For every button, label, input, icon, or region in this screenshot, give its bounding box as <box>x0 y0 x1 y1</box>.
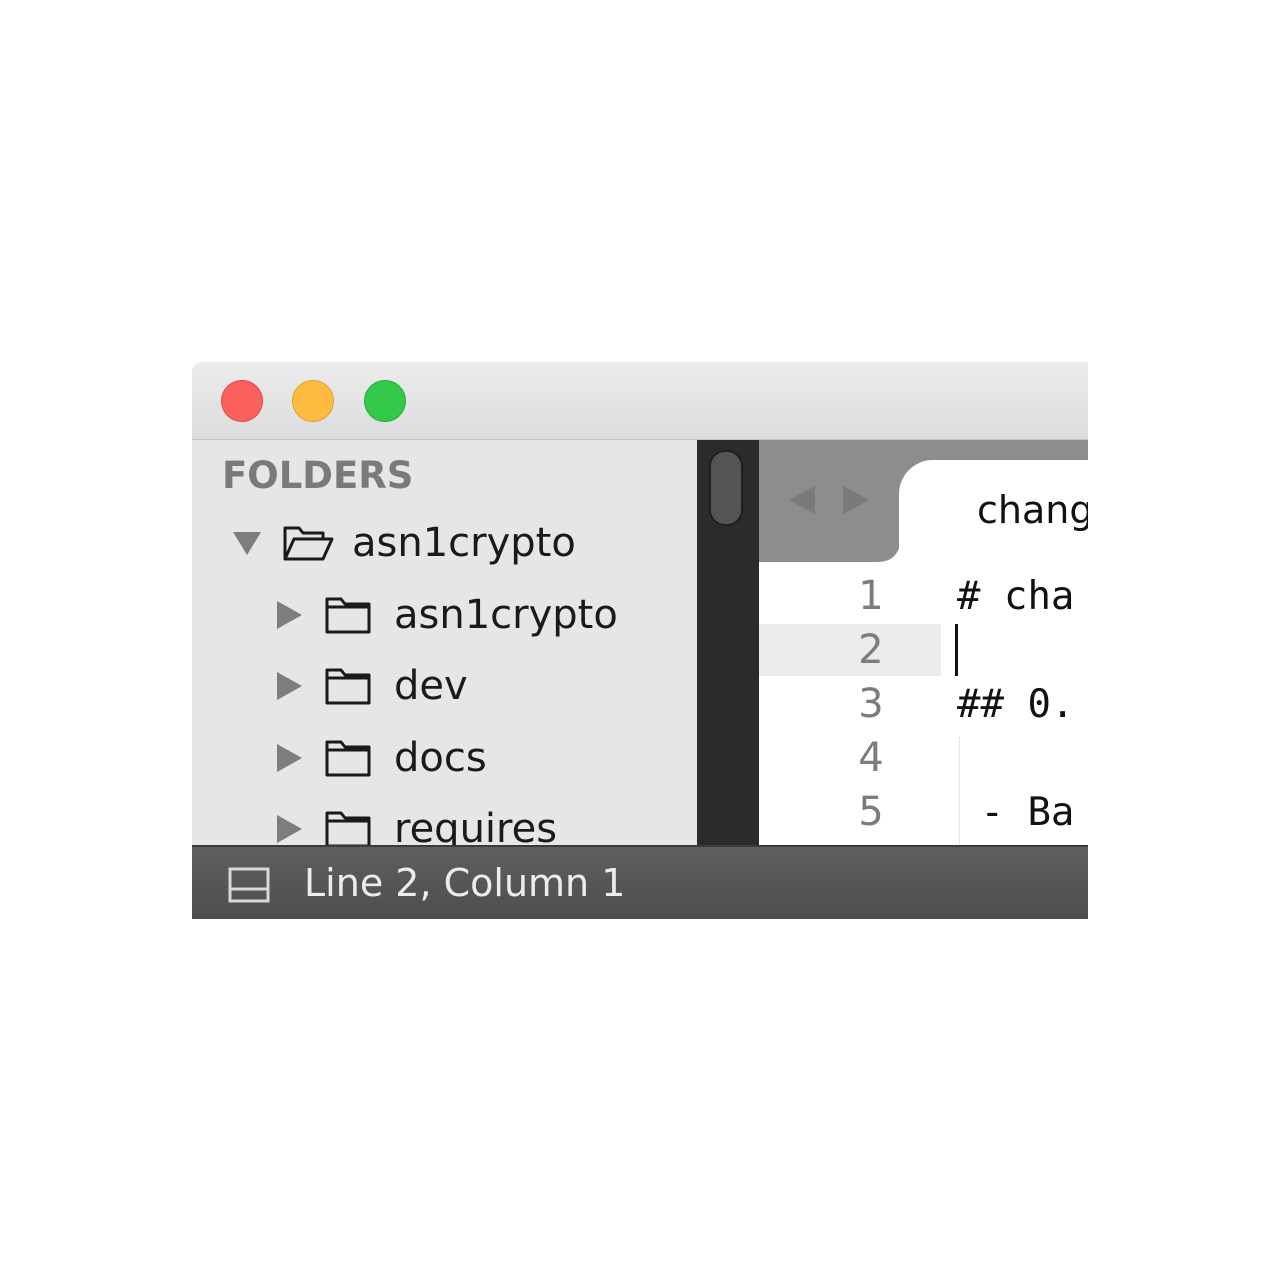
indent-guide <box>959 737 960 845</box>
code-line: # cha <box>957 574 1075 619</box>
folder-icon <box>324 664 376 708</box>
code-line: - Ba <box>957 790 1075 835</box>
status-bar: Line 2, Column 1 <box>192 845 1088 919</box>
tree-item-requires[interactable]: requires <box>272 800 557 845</box>
cursor-position: Line 2, Column 1 <box>304 861 626 905</box>
line-number: 3 <box>858 681 884 727</box>
panel-toggle-icon[interactable] <box>228 867 270 903</box>
minimize-window-button[interactable] <box>292 380 334 422</box>
triangle-right-icon[interactable] <box>272 669 306 703</box>
tree-item-label: requires <box>394 806 558 845</box>
folder-icon <box>324 593 376 637</box>
folders-heading: FOLDERS <box>222 454 414 497</box>
tab-strip: chang <box>759 440 1088 562</box>
title-bar <box>192 362 1088 440</box>
triangle-right-icon[interactable] <box>272 741 306 775</box>
scrollbar-thumb[interactable] <box>709 450 743 526</box>
code-line: ## 0. <box>957 682 1075 727</box>
folder-icon <box>324 736 376 780</box>
tree-item-label: docs <box>394 735 487 781</box>
line-number: 2 <box>858 627 884 673</box>
tree-item-label: asn1crypto <box>352 520 576 566</box>
close-window-button[interactable] <box>221 380 263 422</box>
tree-item-label: dev <box>394 663 468 709</box>
tab-label[interactable]: chang <box>977 488 1088 532</box>
tab-nav-arrows <box>787 484 871 520</box>
chevron-left-icon[interactable] <box>787 484 817 520</box>
line-number: 1 <box>858 573 884 619</box>
tree-item-asn1crypto[interactable]: asn1crypto <box>272 586 618 644</box>
folder-open-icon <box>282 521 334 565</box>
tree-item-dev[interactable]: dev <box>272 657 468 715</box>
triangle-right-icon[interactable] <box>272 598 306 632</box>
folder-icon <box>324 807 376 845</box>
sidebar-scrollbar[interactable] <box>697 440 759 845</box>
editor-window: FOLDERS asn1crypto asn1crypto dev docs r… <box>192 362 1088 919</box>
triangle-right-icon[interactable] <box>272 812 306 845</box>
chevron-right-icon[interactable] <box>841 484 871 520</box>
line-number: 5 <box>858 789 884 835</box>
triangle-down-icon[interactable] <box>230 526 264 560</box>
tree-item-docs[interactable]: docs <box>272 729 487 787</box>
tree-item-asn1crypto-root[interactable]: asn1crypto <box>230 514 576 572</box>
maximize-window-button[interactable] <box>364 380 406 422</box>
editor-pane[interactable]: 1 2 3 4 5 # cha ## 0. - Ba <box>759 562 1088 845</box>
sidebar: FOLDERS asn1crypto asn1crypto dev docs r… <box>192 440 697 845</box>
line-number: 4 <box>858 735 884 781</box>
tree-item-label: asn1crypto <box>394 592 618 638</box>
text-caret <box>955 624 958 676</box>
